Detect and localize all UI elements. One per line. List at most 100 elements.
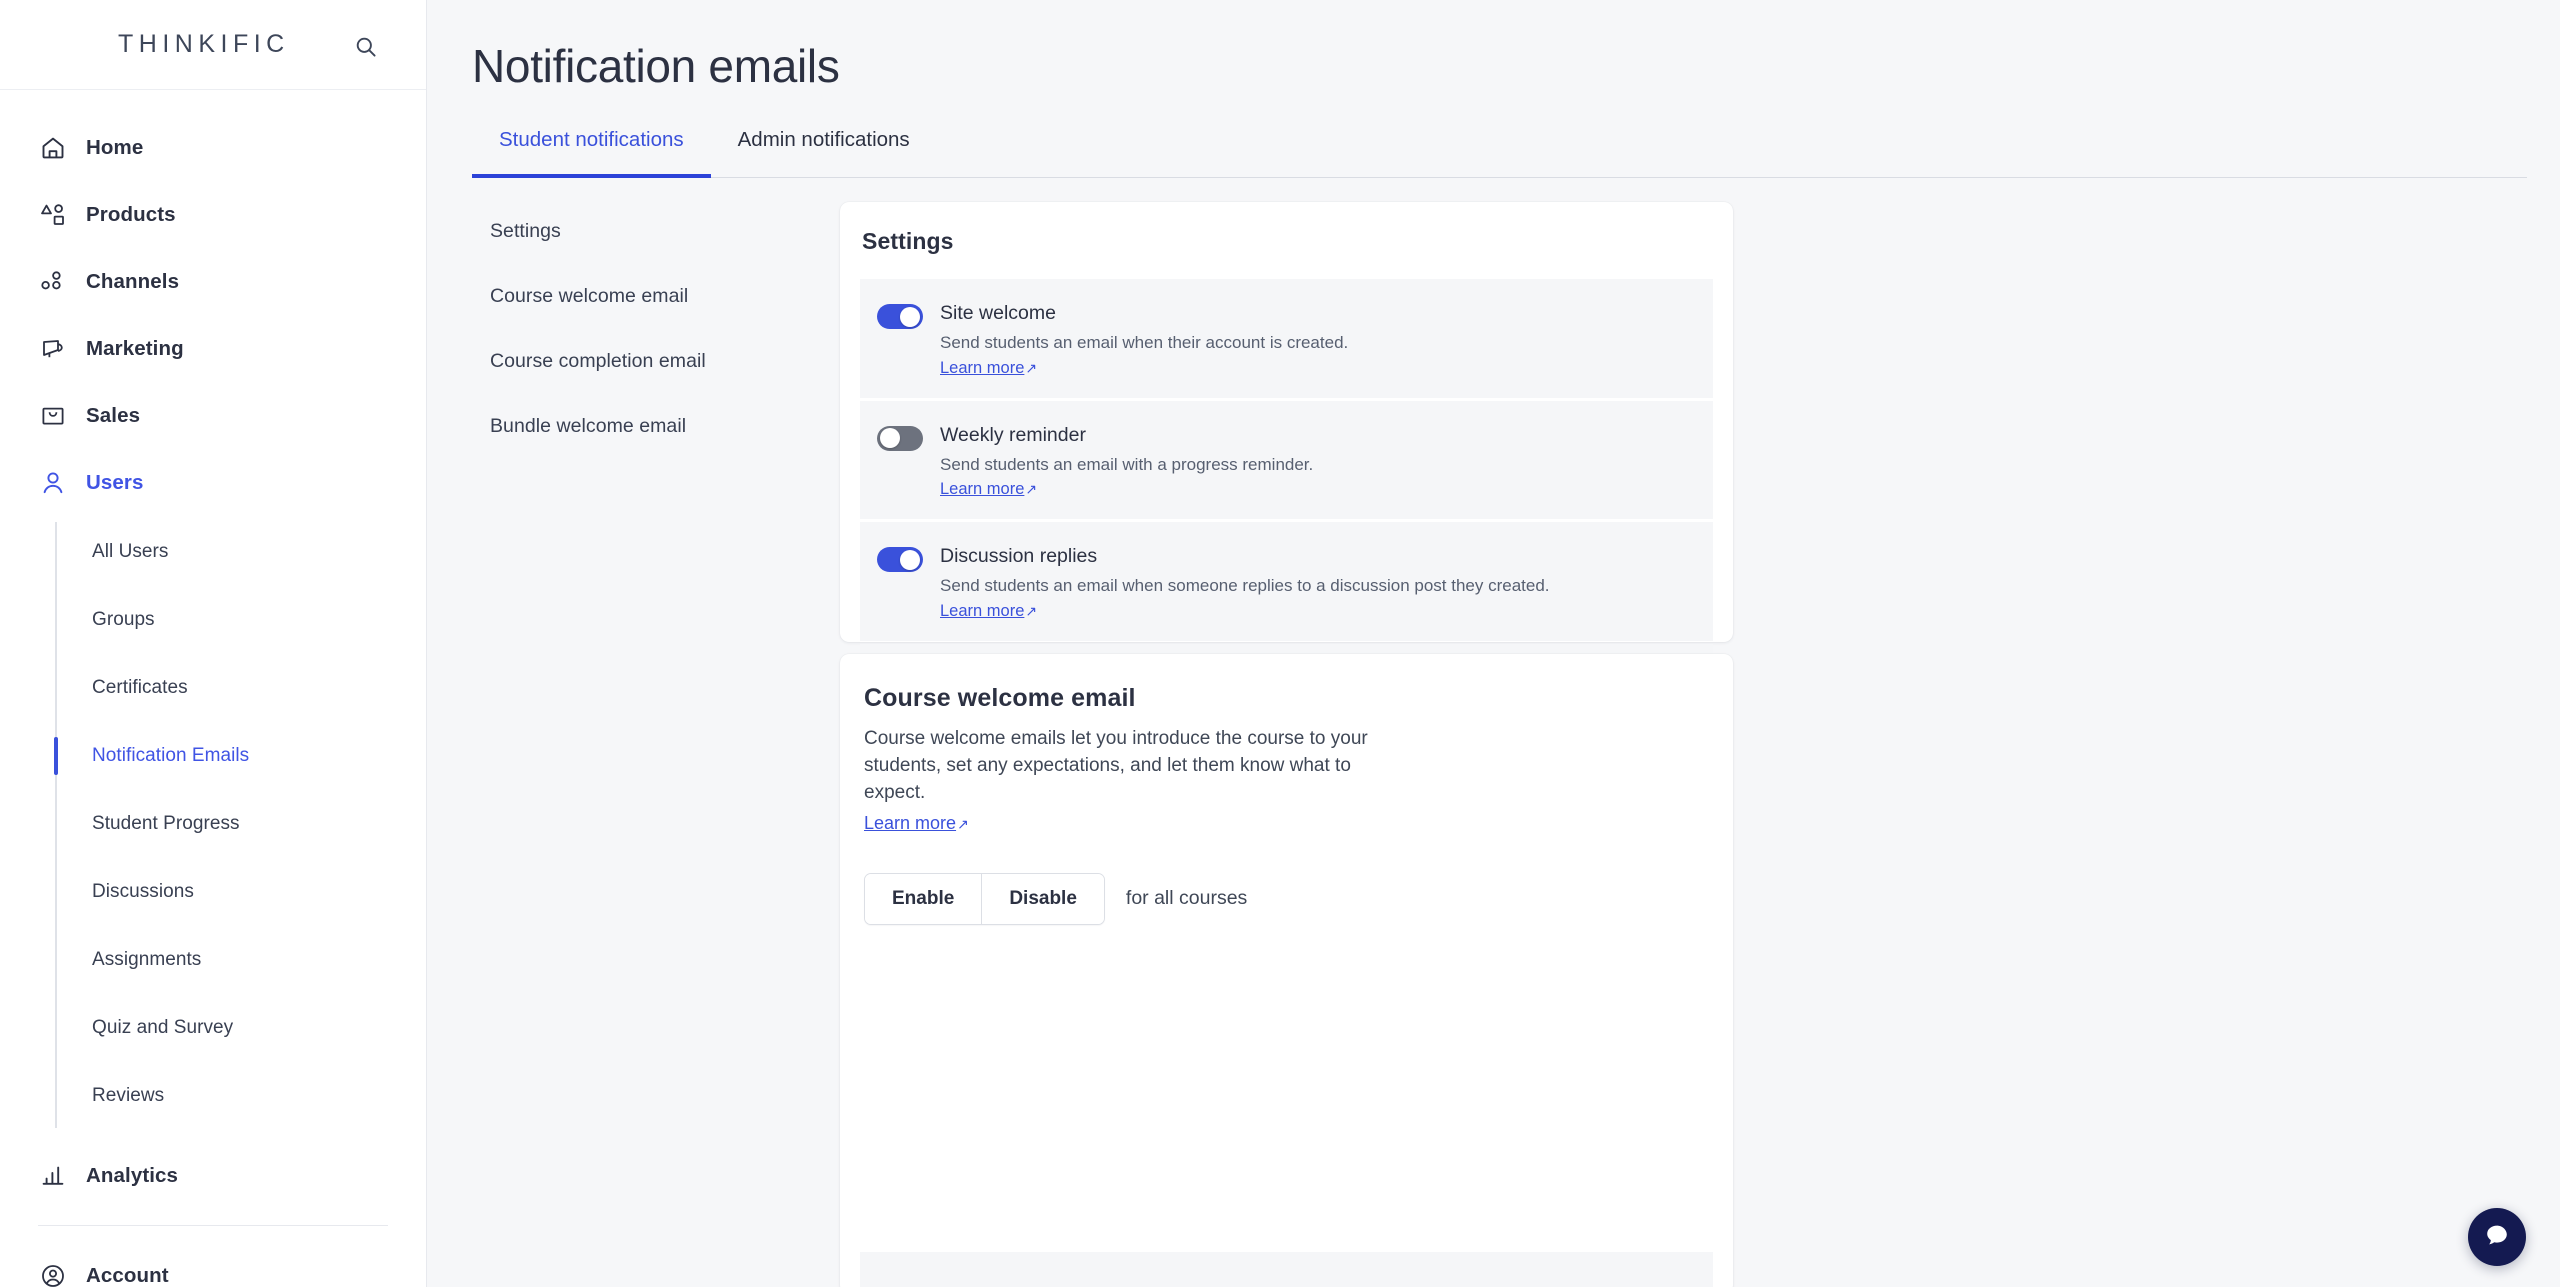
toggle-weekly-reminder[interactable] xyxy=(877,425,923,451)
sidebar-item-label: Analytics xyxy=(86,1163,179,1187)
toggle-site-welcome[interactable] xyxy=(877,304,923,329)
section-nav-label: Bundle welcome email xyxy=(490,415,687,437)
sidebar-item-student-progress[interactable]: Student Progress xyxy=(0,790,426,858)
sidebar-item-analytics[interactable]: Analytics xyxy=(0,1142,426,1209)
sidebar-item-label: Home xyxy=(86,135,144,159)
learn-more-link[interactable]: Learn more↗ xyxy=(940,480,1037,499)
sidebar-subitem-label: Discussions xyxy=(92,881,194,902)
thinkific-logo[interactable]: THINKIFIC xyxy=(118,30,290,59)
section-nav-item-bundle-welcome-email[interactable]: Bundle welcome email xyxy=(490,415,820,438)
section-nav-label: Course completion email xyxy=(490,350,706,372)
sidebar-nav: Home Products Channels Marketing Sales U… xyxy=(0,90,426,1287)
sidebar-item-label: Marketing xyxy=(86,336,184,360)
learn-more-label: Learn more xyxy=(940,480,1025,499)
setting-row-body: Site welcome Send students an email when… xyxy=(940,301,1693,378)
sidebar-subitem-label: Quiz and Survey xyxy=(92,1017,234,1038)
external-link-icon: ↗ xyxy=(1025,359,1038,376)
sidebar-item-notification-emails[interactable]: Notification Emails xyxy=(0,722,426,790)
external-link-icon: ↗ xyxy=(1025,481,1038,498)
setting-row-discussion-replies: Discussion replies Send students an emai… xyxy=(860,522,1713,641)
sidebar-item-reviews[interactable]: Reviews xyxy=(0,1062,426,1130)
setting-title: Site welcome xyxy=(940,302,1056,324)
for-all-courses-label: for all courses xyxy=(1125,887,1248,910)
search-icon[interactable] xyxy=(355,36,377,58)
chart-bar-icon xyxy=(38,1161,68,1191)
segmented-control: Enable Disable xyxy=(864,872,1105,925)
sidebar-subitem-label: Reviews xyxy=(92,1085,165,1106)
home-icon xyxy=(38,133,68,163)
external-link-icon: ↗ xyxy=(957,815,969,832)
setting-row-weekly-reminder: Weekly reminder Send students an email w… xyxy=(860,400,1713,520)
course-welcome-email-description: Course welcome emails let you introduce … xyxy=(864,728,1368,803)
page-title: Notification emails xyxy=(472,40,840,92)
sidebar-item-label: Channels xyxy=(86,269,180,293)
main-content: Notification emails Student notification… xyxy=(427,0,2560,1287)
sidebar-item-account[interactable]: Account xyxy=(0,1242,426,1287)
section-nav-label: Settings xyxy=(490,220,561,242)
section-nav-label: Course welcome email xyxy=(490,285,689,307)
account-circle-icon xyxy=(38,1261,68,1287)
sidebar-item-home[interactable]: Home xyxy=(0,114,426,181)
learn-more-link[interactable]: Learn more↗ xyxy=(940,359,1037,378)
sidebar-item-discussions[interactable]: Discussions xyxy=(0,858,426,926)
learn-more-link[interactable]: Learn more↗ xyxy=(864,813,969,834)
sidebar-subitem-label: Assignments xyxy=(92,949,202,970)
sidebar-item-label: Products xyxy=(86,202,176,226)
toggle-knob xyxy=(880,428,900,449)
chat-bubble-icon xyxy=(2483,1221,2511,1254)
section-nav-item-course-welcome-email[interactable]: Course welcome email xyxy=(490,285,820,308)
setting-row-site-welcome: Site welcome Send students an email when… xyxy=(860,279,1713,398)
sidebar-item-all-users[interactable]: All Users xyxy=(0,518,426,586)
setting-description: Send students an email when their accoun… xyxy=(940,333,1349,353)
sidebar: THINKIFIC Home Products Channels Marketi… xyxy=(0,0,427,1287)
sidebar-subitem-label: Student Progress xyxy=(92,813,240,834)
tab-bar: Student notifications Admin notification… xyxy=(472,128,2527,178)
sidebar-item-quiz-and-survey[interactable]: Quiz and Survey xyxy=(0,994,426,1062)
section-nav: Settings Course welcome email Course com… xyxy=(490,220,820,438)
tab-student-notifications[interactable]: Student notifications xyxy=(472,128,711,178)
disable-button[interactable]: Disable xyxy=(981,873,1104,924)
sidebar-item-users[interactable]: Users xyxy=(0,449,426,516)
sidebar-item-label: Sales xyxy=(86,403,141,427)
tab-label: Admin notifications xyxy=(737,128,910,151)
products-icon xyxy=(38,200,68,230)
toggle-knob xyxy=(900,549,920,570)
chat-bubble-button[interactable] xyxy=(2468,1208,2526,1266)
section-nav-item-course-completion-email[interactable]: Course completion email xyxy=(490,350,820,373)
sidebar-item-assignments[interactable]: Assignments xyxy=(0,926,426,994)
sidebar-subitem-label: All Users xyxy=(92,541,169,562)
sidebar-item-products[interactable]: Products xyxy=(0,181,426,248)
tab-label: Student notifications xyxy=(499,128,684,151)
sidebar-item-marketing[interactable]: Marketing xyxy=(0,315,426,382)
content-area: Settings Course welcome email Course com… xyxy=(427,198,2560,1287)
setting-row-body: Discussion replies Send students an emai… xyxy=(940,544,1693,621)
megaphone-icon xyxy=(38,334,68,364)
toggle-discussion-replies[interactable] xyxy=(877,547,923,573)
course-welcome-email-row-placeholder xyxy=(860,1252,1713,1287)
sidebar-subitem-label: Groups xyxy=(92,609,155,630)
course-welcome-email-title: Course welcome email xyxy=(864,684,1136,712)
external-link-icon: ↗ xyxy=(1025,602,1038,619)
settings-card: Settings Site welcome Send students an e… xyxy=(840,202,1733,763)
enable-disable-group: Enable Disable for all courses xyxy=(864,872,1707,925)
course-welcome-email-body: Course welcome email Course welcome emai… xyxy=(840,654,1733,925)
learn-more-link[interactable]: Learn more↗ xyxy=(940,602,1037,621)
sidebar-subnav: All Users Groups Certificates Notificati… xyxy=(0,518,426,1142)
sidebar-item-sales[interactable]: Sales xyxy=(0,382,426,449)
tab-admin-notifications[interactable]: Admin notifications xyxy=(711,128,937,177)
section-nav-item-settings[interactable]: Settings xyxy=(490,220,820,243)
learn-more-label: Learn more xyxy=(940,601,1025,620)
sidebar-subitem-label: Certificates xyxy=(92,677,188,698)
sidebar-item-channels[interactable]: Channels xyxy=(0,248,426,315)
brand-bar: THINKIFIC xyxy=(0,0,426,90)
sidebar-item-label: Users xyxy=(86,470,144,494)
sidebar-item-groups[interactable]: Groups xyxy=(0,586,426,654)
toggle-knob xyxy=(900,306,920,327)
setting-description: Send students an email when someone repl… xyxy=(940,576,1550,596)
setting-title: Weekly reminder xyxy=(940,423,1086,446)
sidebar-item-certificates[interactable]: Certificates xyxy=(0,654,426,722)
sidebar-subitem-label: Notification Emails xyxy=(92,745,250,766)
sidebar-divider xyxy=(38,1225,388,1226)
sales-icon xyxy=(38,401,68,431)
enable-button[interactable]: Enable xyxy=(865,873,982,924)
